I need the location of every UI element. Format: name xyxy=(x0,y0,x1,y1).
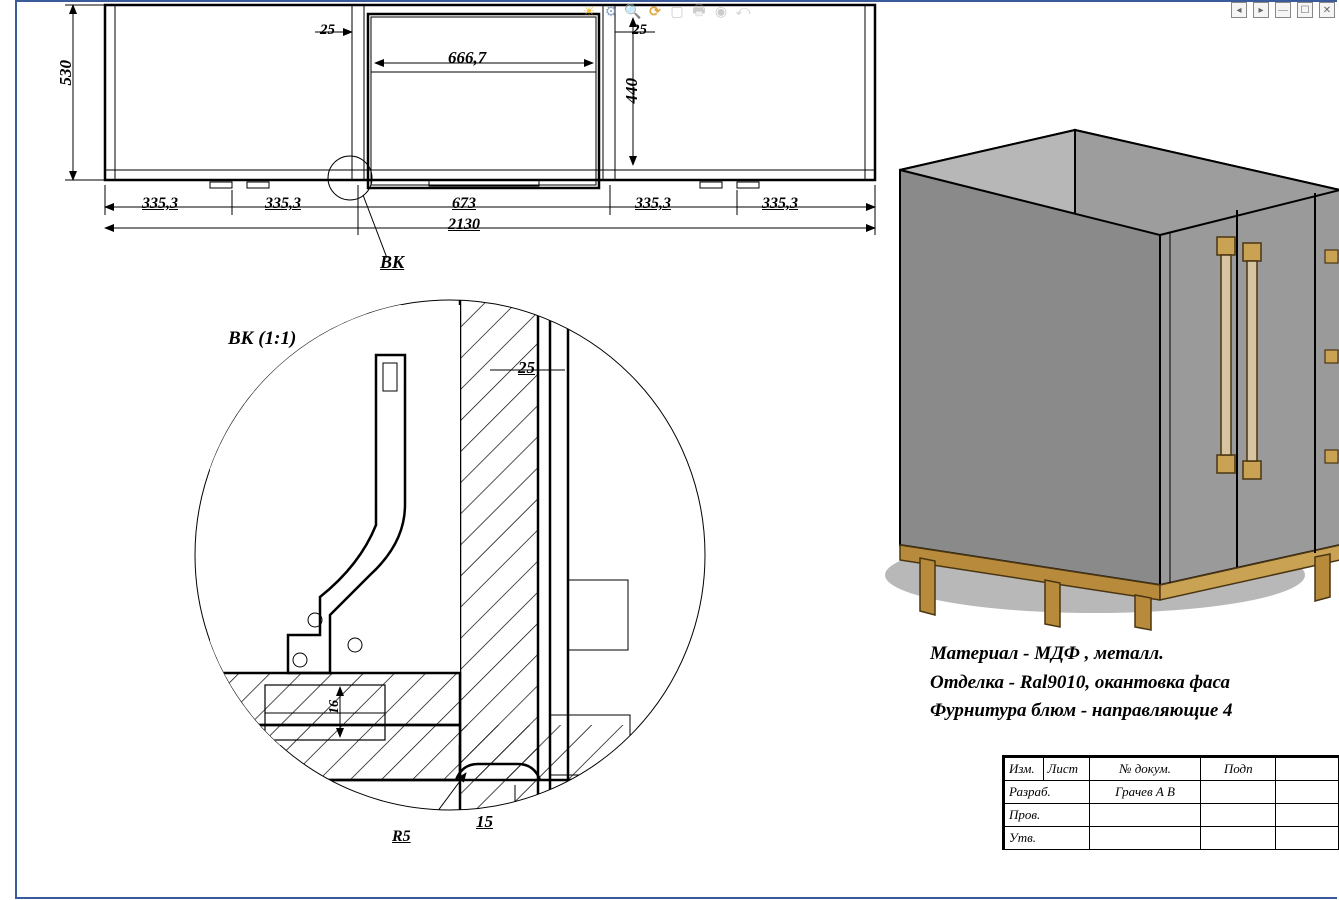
tb-h4: Подп xyxy=(1201,758,1276,781)
title-block: Изм. Лист № докум. Подп Разраб. Грачев А… xyxy=(1002,755,1339,850)
zoom-icon[interactable]: 🔍 xyxy=(624,3,642,21)
dim-335d: 335,3 xyxy=(762,195,798,213)
dim-2130: 2130 xyxy=(448,216,480,234)
render-3d xyxy=(885,75,1339,635)
note-line: Материал - МДФ , металл. xyxy=(930,640,1233,669)
tb-h1: Изм. xyxy=(1005,758,1044,781)
box-icon[interactable]: ▢ xyxy=(668,3,686,21)
dim-15: 15 xyxy=(476,812,493,832)
dim-440: 440 xyxy=(622,78,642,104)
tb-h3: № докум. xyxy=(1089,758,1201,781)
print-icon[interactable]: 🖶 xyxy=(690,3,708,21)
dim-25a: 25 xyxy=(320,22,335,39)
label-bk: ВК xyxy=(380,252,404,273)
note-line: Фурнитура блюм - направляющие 4 xyxy=(930,697,1233,726)
minimize-icon[interactable]: — xyxy=(1275,2,1291,18)
gear-icon[interactable]: ⚙ xyxy=(602,3,620,21)
undo-icon[interactable]: ⤺ xyxy=(734,3,752,21)
prev-icon[interactable]: ◂ xyxy=(1231,2,1247,18)
eye-icon[interactable]: ◉ xyxy=(712,3,730,21)
notes-block: Материал - МДФ , металл. Отделка - Ral90… xyxy=(930,640,1233,726)
dim-673: 673 xyxy=(452,195,476,213)
dim-25c: 25 xyxy=(518,358,535,378)
next-icon[interactable]: ▸ xyxy=(1253,2,1269,18)
tb-r1v: Грачев А В xyxy=(1089,781,1201,804)
tb-h2: Лист xyxy=(1043,758,1089,781)
dim-r5: R5 xyxy=(392,828,411,846)
dim-335b: 335,3 xyxy=(265,195,301,213)
detail-view xyxy=(170,275,730,875)
tb-r2: Пров. xyxy=(1005,804,1090,827)
note-line: Отделка - Ral9010, окантовка фаса xyxy=(930,669,1233,698)
dim-530: 530 xyxy=(56,60,76,86)
dim-335c: 335,3 xyxy=(635,195,671,213)
refresh-icon[interactable]: ⟳ xyxy=(646,3,664,21)
dim-335a: 335,3 xyxy=(142,195,178,213)
dim-666: 666,7 xyxy=(448,48,486,68)
close-icon[interactable]: ✕ xyxy=(1319,2,1335,18)
sun-icon[interactable]: ☀ xyxy=(580,3,598,21)
dim-16: 16 xyxy=(327,700,343,714)
window-controls: ◂ ▸ — ☐ ✕ xyxy=(1231,2,1335,18)
tb-r1: Разраб. xyxy=(1005,781,1090,804)
cad-toolbar: ☀ ⚙ 🔍 ⟳ ▢ 🖶 ◉ ⤺ xyxy=(580,3,752,21)
dim-25b: 25 xyxy=(632,22,647,39)
maximize-icon[interactable]: ☐ xyxy=(1297,2,1313,18)
tb-r3: Утв. xyxy=(1005,827,1090,850)
